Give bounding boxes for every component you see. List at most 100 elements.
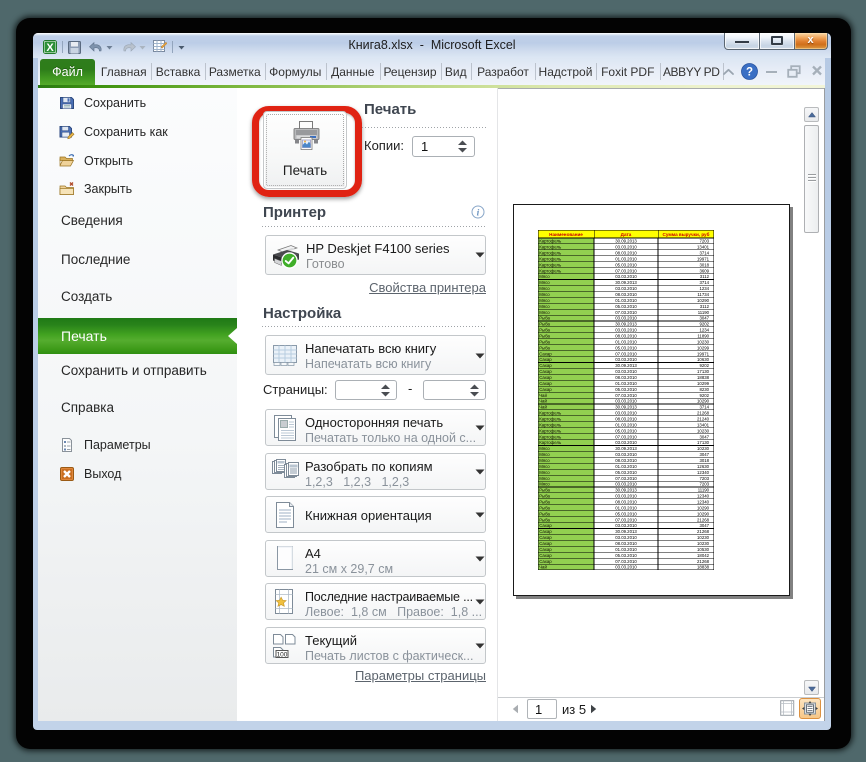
svg-text:18042: 18042 [697,553,710,558]
svg-text:12340: 12340 [697,499,710,504]
svg-text:9202: 9202 [699,363,709,368]
svg-text:01.03.2010: 01.03.2010 [615,422,637,427]
svg-text:3112: 3112 [700,304,710,309]
svg-text:Сахар: Сахар [539,357,552,362]
svg-text:Мясо: Мясо [539,446,550,451]
svg-text:Мясо: Мясо [539,476,550,481]
svg-text:Сахар: Сахар [539,535,552,540]
svg-text:17130: 17130 [697,369,710,374]
svg-text:30.09.2013: 30.09.2013 [615,322,637,327]
svg-text:Рыба: Рыба [539,328,550,333]
svg-text:9202: 9202 [699,322,709,327]
svg-text:08.03.2010: 08.03.2010 [615,499,637,504]
svg-text:Сахар: Сахар [539,375,552,380]
svg-text:Мясо: Мясо [539,482,550,487]
svg-text:30.09.2013: 30.09.2013 [615,488,637,493]
svg-text:10530: 10530 [697,547,710,552]
svg-text:Сахар: Сахар [539,559,552,564]
svg-text:01.03.2010: 01.03.2010 [615,547,637,552]
svg-text:1234: 1234 [699,328,709,333]
svg-text:05.03.2010: 05.03.2010 [615,428,637,433]
svg-text:Сахар: Сахар [539,529,552,534]
svg-text:01.03.2010: 01.03.2010 [615,381,637,386]
svg-text:Сахар: Сахар [539,381,552,386]
svg-text:03.03.2010: 03.03.2010 [615,565,637,570]
svg-text:Сумма выручки, руб: Сумма выручки, руб [663,231,710,237]
svg-text:Мясо: Мясо [539,304,550,309]
svg-text:Рыба: Рыба [539,322,550,327]
svg-text:Чай: Чай [539,393,547,398]
svg-text:21268: 21268 [697,517,710,522]
svg-text:3047: 3047 [699,434,709,439]
svg-text:07.03.2010: 07.03.2010 [615,393,637,398]
svg-text:8230: 8230 [699,387,709,392]
svg-text:3112: 3112 [700,274,710,279]
svg-text:3047: 3047 [699,316,709,321]
svg-text:Мясо: Мясо [539,286,550,291]
svg-text:30.09.2013: 30.09.2013 [615,405,637,410]
svg-text:Мясо: Мясо [539,458,550,463]
svg-text:03.03.2010: 03.03.2010 [615,245,637,250]
svg-text:3047: 3047 [699,452,709,457]
svg-text:Картофель: Картофель [539,428,562,433]
svg-text:Картофель: Картофель [539,262,562,267]
svg-text:13401: 13401 [697,245,710,250]
svg-text:Мясо: Мясо [539,310,550,315]
svg-text:07.03.2010: 07.03.2010 [615,310,637,315]
svg-text:07.03.2010: 07.03.2010 [615,559,637,564]
svg-text:Рыба: Рыба [539,505,550,510]
svg-text:Картофель: Картофель [539,245,562,250]
svg-text:Картофель: Картофель [539,416,562,421]
svg-text:3609: 3609 [699,268,709,273]
svg-text:Дата: Дата [621,232,632,237]
svg-text:08.03.2010: 08.03.2010 [615,333,637,338]
svg-text:Картофель: Картофель [539,268,562,273]
svg-text:05.03.2010: 05.03.2010 [615,345,637,350]
svg-text:Сахар: Сахар [539,553,552,558]
svg-text:Рыба: Рыба [539,339,550,344]
svg-text:Рыба: Рыба [539,499,550,504]
svg-text:03.03.2010: 03.03.2010 [615,328,637,333]
svg-text:30.09.2013: 30.09.2013 [615,446,637,451]
svg-text:Мясо: Мясо [539,292,550,297]
svg-text:3047: 3047 [699,523,709,528]
svg-text:10630: 10630 [697,357,710,362]
svg-text:17130: 17130 [697,440,710,445]
svg-text:18838: 18838 [697,565,710,570]
svg-text:Картофель: Картофель [539,440,562,445]
svg-text:07.03.2010: 07.03.2010 [615,476,637,481]
svg-text:08.03.2010: 08.03.2010 [615,292,637,297]
svg-text:Рыба: Рыба [539,316,550,321]
svg-text:10299: 10299 [697,381,710,386]
svg-text:10230: 10230 [697,446,710,451]
svg-text:Мясо: Мясо [539,274,550,279]
svg-text:19971: 19971 [697,256,710,261]
svg-text:7203: 7203 [699,239,709,244]
svg-text:?: ? [746,67,753,79]
svg-text:Рыба: Рыба [539,345,550,350]
svg-text:07.03.2010: 07.03.2010 [615,434,637,439]
svg-text:Мясо: Мясо [539,464,550,469]
svg-text:30.09.2013: 30.09.2013 [615,363,637,368]
svg-text:3018: 3018 [699,458,709,463]
svg-text:Сахар: Сахар [539,369,552,374]
svg-text:19971: 19971 [697,351,710,356]
svg-text:08.03.2010: 08.03.2010 [615,458,637,463]
svg-text:30.09.2013: 30.09.2013 [615,529,637,534]
svg-text:Картофель: Картофель [539,434,562,439]
svg-text:10230: 10230 [697,541,710,546]
svg-text:Сахар: Сахар [539,547,552,552]
svg-text:03.03.2010: 03.03.2010 [615,357,637,362]
svg-text:Рыба: Рыба [539,517,550,522]
svg-text:Мясо: Мясо [539,298,550,303]
svg-text:08.03.2010: 08.03.2010 [615,416,637,421]
svg-text:Мясо: Мясо [539,470,550,475]
svg-text:03.03.2010: 03.03.2010 [615,482,637,487]
svg-text:Чай: Чай [539,565,547,570]
svg-text:05.03.2010: 05.03.2010 [615,387,637,392]
svg-text:7203: 7203 [699,476,709,481]
svg-text:3714: 3714 [699,405,709,410]
svg-text:3714: 3714 [699,250,709,255]
svg-text:100: 100 [277,651,288,658]
svg-text:05.03.2010: 05.03.2010 [615,304,637,309]
